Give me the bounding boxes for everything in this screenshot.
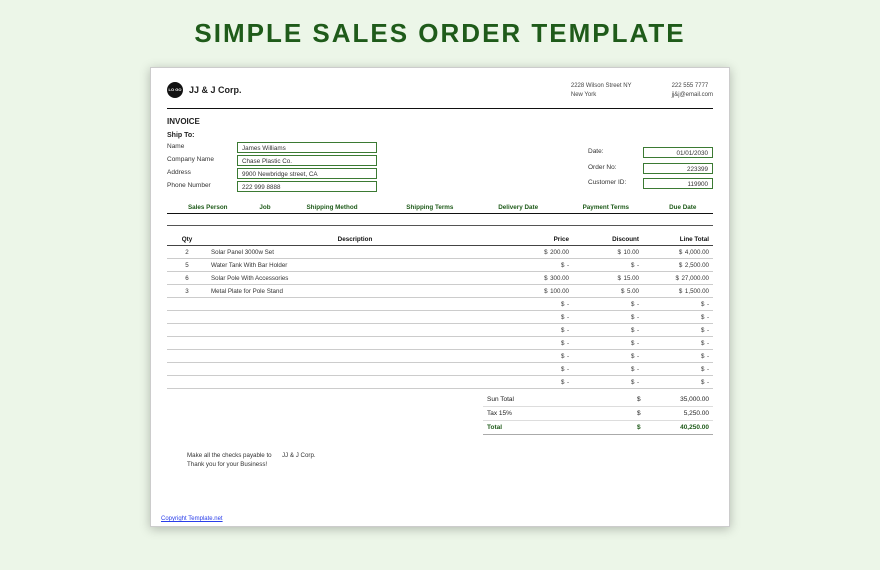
payable-payee: JJ & J Corp.	[282, 452, 316, 459]
company-field[interactable]: Chase Plastic Co.	[237, 155, 377, 166]
line-items-table: Qty Description Price Discount Line Tota…	[167, 234, 713, 389]
order-meta-fields: Date: 01/01/2030 Order No: 223399 Custom…	[588, 142, 713, 192]
name-field[interactable]: James Williams	[237, 142, 377, 153]
tax-label: Tax 15%	[487, 410, 637, 417]
table-row[interactable]: $-$-$-	[167, 311, 713, 324]
table-row[interactable]: $-$-$-	[167, 337, 713, 350]
shipping-row[interactable]	[167, 214, 713, 226]
copyright-link[interactable]: Copyright Template.net	[161, 516, 223, 522]
col-shipping-terms: Shipping Terms	[383, 202, 477, 214]
contact-wrap: 2228 Wilson Street NY New York 222 555 7…	[571, 82, 713, 100]
total-label: Total	[487, 424, 637, 431]
table-row[interactable]: 3Metal Plate for Pole Stand$100.00$5.00$…	[167, 285, 713, 298]
page-title: SIMPLE SALES ORDER TEMPLATE	[194, 18, 685, 49]
col-payment-terms: Payment Terms	[559, 202, 652, 214]
col-discount: Discount	[573, 234, 643, 246]
tax-value: 5,250.00	[649, 410, 709, 417]
currency-symbol: $	[637, 424, 649, 431]
currency-symbol: $	[637, 410, 649, 417]
info-grid: Name James Williams Company Name Chase P…	[167, 142, 713, 192]
company-phone: 222 555 7777	[672, 82, 713, 91]
customer-id-field[interactable]: 119900	[643, 178, 713, 189]
company-name: JJ & J Corp.	[189, 85, 242, 95]
ship-to-fields: Name James Williams Company Name Chase P…	[167, 142, 377, 192]
order-no-field[interactable]: 223399	[643, 163, 713, 174]
shipping-table: Sales Person Job Shipping Method Shippin…	[167, 202, 713, 226]
table-row[interactable]: $-$-$-	[167, 324, 713, 337]
logo-icon: LO GO	[167, 82, 183, 98]
customer-id-label: Customer ID:	[588, 178, 643, 192]
address-line2: New York	[571, 91, 632, 100]
company-contact: 222 555 7777 jj&j@email.com	[672, 82, 713, 100]
col-description: Description	[207, 234, 503, 246]
phone-label: Phone Number	[167, 181, 237, 192]
company-email: jj&j@email.com	[672, 91, 713, 100]
table-row[interactable]: $-$-$-	[167, 350, 713, 363]
address-line1: 2228 Wilson Street NY	[571, 82, 632, 91]
col-job: Job	[249, 202, 282, 214]
brand-block: LO GO JJ & J Corp.	[167, 82, 242, 98]
phone-field[interactable]: 222 999 8888	[237, 181, 377, 192]
table-row[interactable]: $-$-$-	[167, 376, 713, 389]
total-value: 40,250.00	[649, 424, 709, 431]
totals-block: Sun Total $ 35,000.00 Tax 15% $ 5,250.00…	[167, 393, 713, 435]
col-shipping-method: Shipping Method	[281, 202, 382, 214]
name-label: Name	[167, 142, 237, 153]
col-line-total: Line Total	[643, 234, 713, 246]
table-row[interactable]: 6Solar Pole With Accessories$300.00$15.0…	[167, 272, 713, 285]
payable-prefix: Make all the checks payable to	[187, 452, 272, 459]
table-row[interactable]: $-$-$-	[167, 363, 713, 376]
company-address: 2228 Wilson Street NY New York	[571, 82, 632, 100]
address-label: Address	[167, 168, 237, 179]
document-header: LO GO JJ & J Corp. 2228 Wilson Street NY…	[167, 82, 713, 100]
company-label: Company Name	[167, 155, 237, 166]
subtotal-value: 35,000.00	[649, 396, 709, 403]
subtotal-row: Sun Total $ 35,000.00	[483, 393, 713, 407]
order-no-label: Order No:	[588, 163, 643, 177]
table-row[interactable]: 5Water Tank With Bar Holder$-$-$2,500.00	[167, 259, 713, 272]
col-delivery-date: Delivery Date	[477, 202, 559, 214]
subtotal-label: Sun Total	[487, 396, 637, 403]
col-qty: Qty	[167, 234, 207, 246]
col-sales-person: Sales Person	[167, 202, 249, 214]
col-price: Price	[503, 234, 573, 246]
total-row: Total $ 40,250.00	[483, 421, 713, 435]
date-field[interactable]: 01/01/2030	[643, 147, 713, 158]
divider	[167, 108, 713, 109]
thank-you: Thank you for your Business!	[187, 461, 267, 468]
table-row[interactable]: $-$-$-	[167, 298, 713, 311]
table-row[interactable]: 2Solar Panel 3000w Set$200.00$10.00$4,00…	[167, 246, 713, 259]
currency-symbol: $	[637, 396, 649, 403]
ship-to-heading: Ship To:	[167, 132, 713, 139]
tax-row: Tax 15% $ 5,250.00	[483, 407, 713, 421]
document-preview: LO GO JJ & J Corp. 2228 Wilson Street NY…	[150, 67, 730, 527]
date-label: Date:	[588, 147, 643, 161]
invoice-heading: INVOICE	[167, 117, 713, 126]
col-due-date: Due Date	[652, 202, 713, 214]
footer-note: Make all the checks payable to JJ & J Co…	[167, 451, 713, 470]
address-field[interactable]: 9900 Newbridge street, CA	[237, 168, 377, 179]
